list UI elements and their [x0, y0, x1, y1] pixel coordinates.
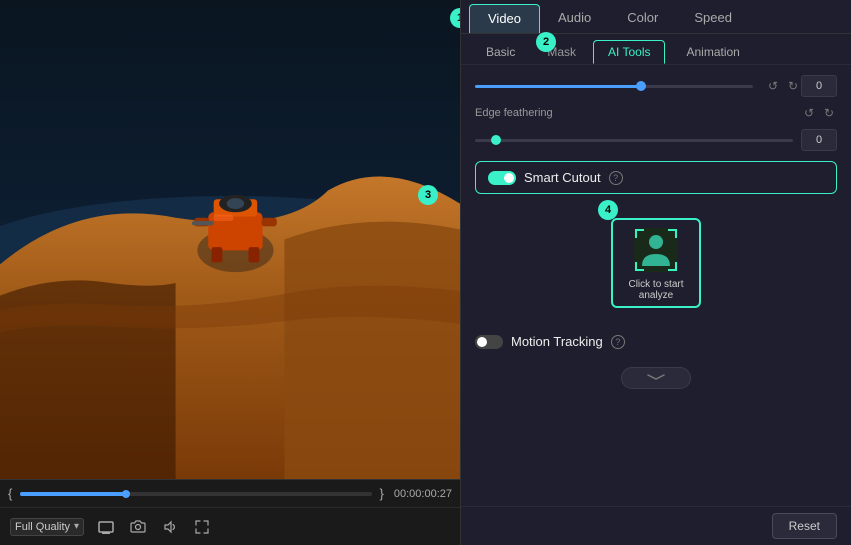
bracket-right-icon: }: [380, 486, 384, 501]
edge-reset-icon[interactable]: ↺: [801, 105, 817, 121]
video-panel: 3 1 { } 00:00:00:27 Full Quality ▾: [0, 0, 460, 545]
volume-icon[interactable]: [160, 517, 180, 537]
opacity-redo-icon[interactable]: ↻: [785, 78, 801, 94]
opacity-track[interactable]: [475, 85, 753, 88]
motion-tracking-header: Motion Tracking ?: [475, 334, 837, 349]
tab-speed-label: Speed: [694, 10, 732, 25]
smart-cutout-section: Smart Cutout ?: [475, 161, 837, 194]
opacity-reset-icon[interactable]: ↺: [765, 78, 781, 94]
sub-tab-animation[interactable]: Animation: [671, 40, 754, 64]
chevron-down-icon: ▾: [74, 521, 79, 532]
smart-cutout-help-icon[interactable]: ?: [609, 171, 623, 185]
analyze-button[interactable]: Click to start analyze: [611, 218, 701, 308]
sub-tab-animation-label: Animation: [686, 45, 739, 59]
reset-btn-container: Reset: [461, 506, 851, 545]
edge-feathering-section: Edge feathering ↺ ↻ 0: [475, 105, 837, 151]
motion-tracking-section: Motion Tracking ?: [475, 334, 837, 349]
tab-speed[interactable]: Speed: [676, 4, 750, 33]
sub-tabs: 2 Basic Mask AI Tools Animation: [461, 34, 851, 65]
video-canvas: 3 1: [0, 0, 460, 479]
smart-cutout-toggle[interactable]: [488, 171, 516, 185]
screenshot-icon[interactable]: [128, 517, 148, 537]
motion-tracking-toggle[interactable]: [475, 335, 503, 349]
screen-fit-icon[interactable]: [96, 517, 116, 537]
opacity-value[interactable]: 0: [801, 75, 837, 97]
edge-feathering-label-row: Edge feathering ↺ ↻: [475, 105, 837, 121]
sliders-section: ↺ ↻ 0: [475, 75, 837, 97]
panel-content: ↺ ↻ 0 Edge feathering ↺ ↻: [461, 65, 851, 506]
expand-icon[interactable]: [192, 517, 212, 537]
smart-cutout-header: Smart Cutout ?: [488, 170, 824, 185]
analyze-icon: [631, 225, 681, 275]
scroll-hint: [475, 359, 837, 393]
edge-redo-icon[interactable]: ↻: [821, 105, 837, 121]
sub-tab-basic-label: Basic: [486, 45, 515, 59]
analyze-label: Click to start analyze: [613, 279, 699, 301]
edge-feathering-slider: 0: [475, 129, 837, 151]
motion-tracking-title: Motion Tracking: [511, 334, 603, 349]
badge-3: 3: [418, 185, 438, 205]
timecode-display: 00:00:00:27: [394, 488, 452, 500]
tab-audio-label: Audio: [558, 10, 591, 25]
sub-tab-basic[interactable]: Basic: [471, 40, 530, 64]
timeline-bar-container: { } 00:00:00:27: [0, 479, 460, 507]
analyze-btn-container: 4: [475, 208, 837, 318]
tab-audio[interactable]: Audio: [540, 4, 609, 33]
opacity-slider-row: ↺ ↻ 0: [475, 75, 837, 97]
tab-video-label: Video: [488, 11, 521, 26]
tab-color-label: Color: [627, 10, 658, 25]
timeline-track[interactable]: [20, 492, 371, 496]
edge-feathering-track[interactable]: [475, 139, 793, 142]
quality-select[interactable]: Full Quality ▾: [10, 518, 84, 536]
edge-feathering-label: Edge feathering: [475, 107, 565, 119]
bracket-left-icon: {: [8, 486, 12, 501]
smart-cutout-title: Smart Cutout: [524, 170, 601, 185]
sub-tab-ai-tools[interactable]: AI Tools: [593, 40, 665, 64]
sub-tab-ai-tools-label: AI Tools: [608, 45, 650, 59]
scroll-down-button[interactable]: [621, 367, 691, 389]
quality-label: Full Quality: [15, 521, 70, 533]
tab-color[interactable]: Color: [609, 4, 676, 33]
top-tabs: 1 Video Audio Color Speed: [461, 0, 851, 34]
badge-4: 4: [598, 200, 618, 220]
edge-feathering-value[interactable]: 0: [801, 129, 837, 151]
controls-bar: Full Quality ▾: [0, 507, 460, 545]
motion-tracking-help-icon[interactable]: ?: [611, 335, 625, 349]
right-panel: 1 Video Audio Color Speed 2 Basic: [460, 0, 851, 545]
tab-video[interactable]: Video: [469, 4, 540, 33]
badge-2: 2: [536, 32, 556, 52]
reset-button[interactable]: Reset: [772, 513, 837, 539]
